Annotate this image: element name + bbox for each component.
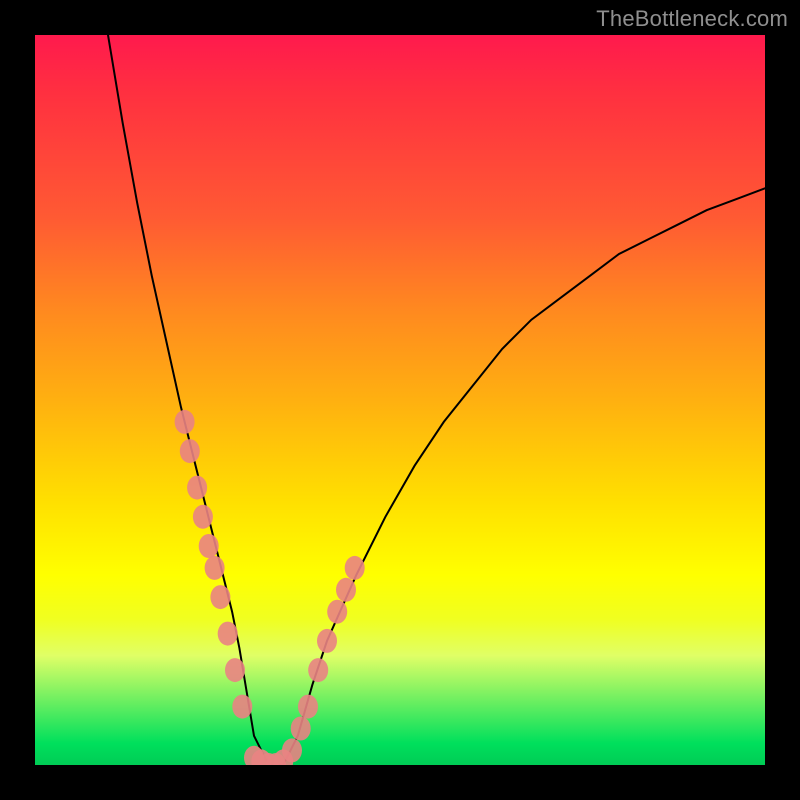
marker-dot <box>225 658 245 682</box>
marker-dot <box>193 505 213 529</box>
marker-dot <box>291 717 311 741</box>
plot-area <box>35 35 765 765</box>
marker-dots <box>175 410 365 765</box>
marker-dot <box>336 578 356 602</box>
marker-dot <box>199 534 219 558</box>
marker-dot <box>205 556 225 580</box>
marker-dot <box>308 658 328 682</box>
marker-dot <box>218 622 238 646</box>
marker-dot <box>187 476 207 500</box>
marker-dot <box>180 439 200 463</box>
marker-dot <box>175 410 195 434</box>
marker-dot <box>345 556 365 580</box>
marker-dot <box>327 600 347 624</box>
marker-dot <box>232 695 252 719</box>
marker-dot <box>317 629 337 653</box>
marker-dot <box>210 585 230 609</box>
marker-dot <box>282 738 302 762</box>
watermark-text: TheBottleneck.com <box>596 6 788 32</box>
marker-dot <box>298 695 318 719</box>
curve-layer <box>35 35 765 765</box>
chart-frame: TheBottleneck.com <box>0 0 800 800</box>
bottleneck-curve <box>108 35 765 765</box>
